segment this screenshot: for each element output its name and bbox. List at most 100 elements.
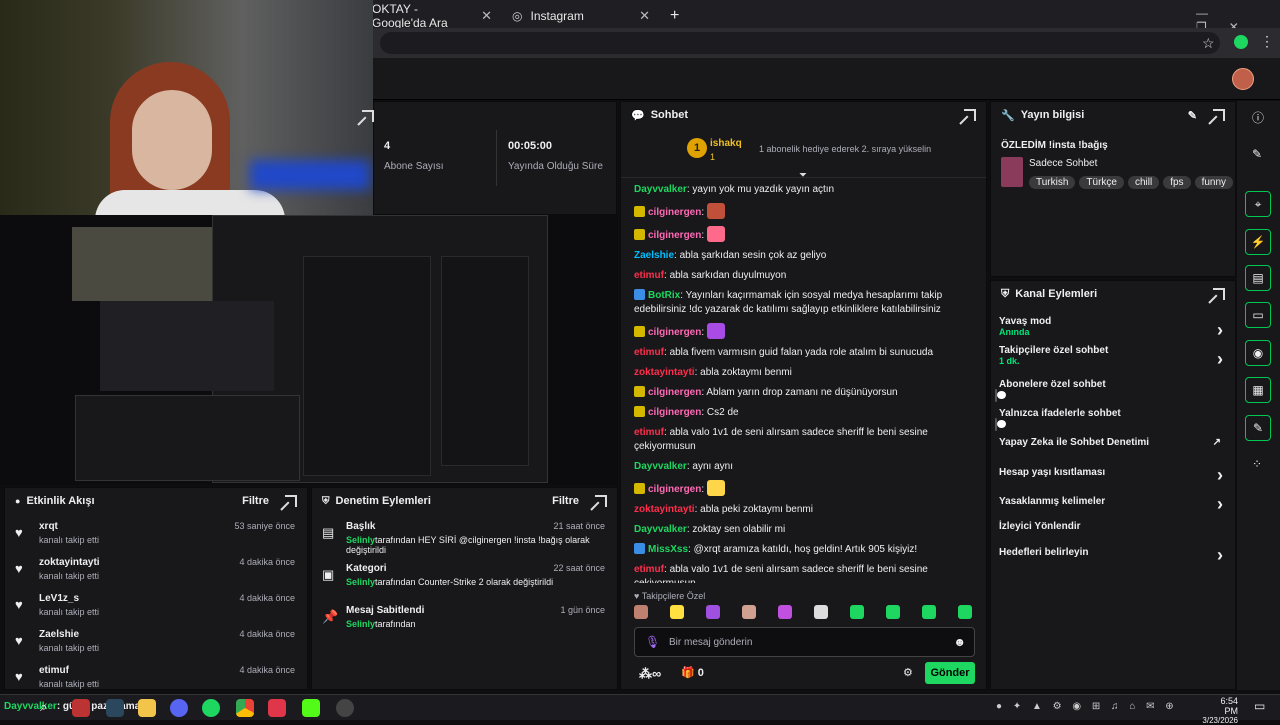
spotify-icon[interactable] [202, 699, 220, 717]
tag[interactable]: fps [1163, 176, 1191, 189]
info-icon[interactable]: ⓘ [1252, 109, 1264, 126]
chat-message: MissXss: @xrqt aramıza katıldı, hoş geld… [634, 543, 979, 557]
settings-icon[interactable]: ⚙ [903, 666, 913, 679]
new-tab-button[interactable]: + [660, 4, 684, 28]
clock[interactable]: 6:54 PM 3/23/2026 [1202, 696, 1238, 725]
emote-icon[interactable] [922, 605, 936, 619]
browser-tab-instagram[interactable]: ◎ Instagram ✕ [502, 4, 660, 28]
url-field[interactable] [380, 32, 1220, 54]
emote-icon[interactable] [778, 605, 792, 619]
chat-bubble-icon[interactable]: ▭ [1245, 302, 1271, 328]
gift-counter[interactable]: 🎁 0 [681, 666, 704, 679]
system-tray[interactable]: ● ✦ ▲ ⚙ ◉ ⊞ ♫ ⌂ ✉ ⊕ [996, 701, 1178, 712]
chat-username[interactable]: zoktayintayti [634, 367, 695, 378]
wrench-icon[interactable]: ✎ [1245, 415, 1271, 441]
channel-action-item[interactable]: Yapay Zeka ile Sohbet Denetimi ↗ [999, 437, 1227, 448]
close-tab-icon[interactable]: ✕ [639, 8, 650, 24]
emote-icon[interactable] [814, 605, 828, 619]
pencil-icon[interactable]: ✎ [1252, 147, 1262, 161]
chat-username[interactable]: Dayvvalker [634, 461, 687, 472]
popout-icon[interactable] [285, 495, 297, 507]
popout-icon[interactable] [595, 495, 607, 507]
tag[interactable]: funny [1194, 176, 1234, 189]
chat-username[interactable]: etimuf [634, 347, 664, 358]
popout-icon[interactable] [1213, 109, 1225, 121]
chat-username[interactable]: cilginergen [648, 407, 701, 418]
browser-menu-icon[interactable]: ⋮ [1260, 33, 1274, 50]
chat-username[interactable]: Dayvvalker [634, 524, 687, 535]
camera-icon[interactable]: ⌖ [1245, 191, 1271, 217]
emote-icon[interactable] [886, 605, 900, 619]
hype-user[interactable]: ishakq [710, 138, 742, 149]
tag[interactable]: Turkish [1029, 176, 1076, 189]
chat-username[interactable]: Zaelshie [634, 250, 674, 261]
tag[interactable]: Türkçe [1079, 176, 1124, 189]
channel-action-item[interactable]: Yavaş mod Anında › [999, 316, 1227, 340]
chat-username[interactable]: cilginergen [648, 484, 701, 495]
emote-icon[interactable] [742, 605, 756, 619]
chat-username[interactable]: etimuf [634, 564, 664, 575]
broadcast-icon[interactable]: ◉ [1245, 340, 1271, 366]
filter-button[interactable]: Filtre [242, 495, 269, 507]
close-tab-icon[interactable]: ✕ [481, 8, 492, 24]
chat-username[interactable]: cilginergen [648, 327, 701, 338]
toggle-switch[interactable] [995, 418, 997, 431]
lightning-icon[interactable]: ⚡ [1245, 229, 1271, 255]
document-icon[interactable]: ▤ [1245, 265, 1271, 291]
chat-username[interactable]: etimuf [634, 270, 664, 281]
steam-icon[interactable] [106, 699, 124, 717]
profile-icon[interactable] [1234, 35, 1248, 49]
discord-icon[interactable] [170, 699, 188, 717]
kick-icon[interactable] [302, 699, 320, 717]
valorant-icon[interactable] [268, 699, 286, 717]
emote-icon[interactable] [958, 605, 972, 619]
chat-username[interactable]: zoktayintayti [634, 504, 695, 515]
actor-name[interactable]: Selinly [346, 619, 375, 629]
obs-icon[interactable] [336, 699, 354, 717]
microphone-icon[interactable]: 🎙 [645, 635, 660, 649]
chat-input[interactable]: 🎙 Bir mesaj gönderin ☻ [634, 627, 975, 657]
emote-icon[interactable] [706, 605, 720, 619]
bookmark-star-icon[interactable]: ☆ [1202, 35, 1215, 52]
chrome-icon[interactable] [236, 699, 254, 717]
toggle-switch[interactable] [995, 389, 997, 402]
actor-name[interactable]: Selinly [346, 577, 375, 587]
layout-icon[interactable]: ▦ [1245, 377, 1271, 403]
emote-icon[interactable] [634, 605, 648, 619]
edit-icon[interactable]: ✎ [1188, 109, 1197, 122]
emoji-icon[interactable]: ☻ [953, 635, 966, 649]
channel-action-item[interactable]: Takipçilere özel sohbet 1 dk. › [999, 345, 1227, 369]
search-icon[interactable]: ⌕ [40, 699, 58, 717]
app-icon[interactable] [72, 699, 90, 717]
filter-icon[interactable]: ⏷ [799, 170, 807, 181]
chat-username[interactable]: cilginergen [648, 230, 701, 241]
chat-username[interactable]: MissXss [648, 544, 688, 555]
channel-action-item[interactable]: Hesap yaşı kısıtlaması › [999, 465, 1227, 485]
popout-icon[interactable] [362, 110, 374, 122]
chat-username[interactable]: cilginergen [648, 387, 701, 398]
emote-icon[interactable] [670, 605, 684, 619]
more-icon[interactable]: ⁘ [1252, 457, 1262, 471]
channel-action-item[interactable]: Abonelere özel sohbet [995, 379, 1227, 402]
user-avatar[interactable] [1232, 68, 1254, 90]
chat-username[interactable]: BotRix [648, 290, 680, 301]
filter-button[interactable]: Filtre [552, 495, 579, 507]
browser-tab-google[interactable]: OKTAY - Google'da Ara ✕ [362, 2, 502, 30]
tag[interactable]: chill [1127, 176, 1160, 189]
channel-action-item[interactable]: İzleyici Yönlendir [999, 521, 1227, 532]
action-sub: Anında [999, 327, 1030, 337]
channel-action-item[interactable]: Yasaklanmış kelimeler › [999, 494, 1227, 514]
emote-icon[interactable] [850, 605, 864, 619]
chat-username[interactable]: Dayvvalker [634, 184, 687, 195]
popout-icon[interactable] [1213, 288, 1225, 300]
file-explorer-icon[interactable] [138, 699, 156, 717]
send-button[interactable]: Gönder [925, 662, 975, 684]
channel-action-item[interactable]: Hedefleri belirleyin › [999, 545, 1227, 565]
channel-action-item[interactable]: Yalnızca ifadelerle sohbet [995, 408, 1227, 431]
chat-username[interactable]: cilginergen [648, 207, 701, 218]
channel-points[interactable]: ⁂∞ [639, 666, 661, 682]
chat-username[interactable]: etimuf [634, 427, 664, 438]
notification-icon[interactable]: ▭ [1254, 699, 1265, 713]
actor-name[interactable]: Selinly [346, 535, 375, 545]
popout-icon[interactable] [964, 109, 976, 121]
